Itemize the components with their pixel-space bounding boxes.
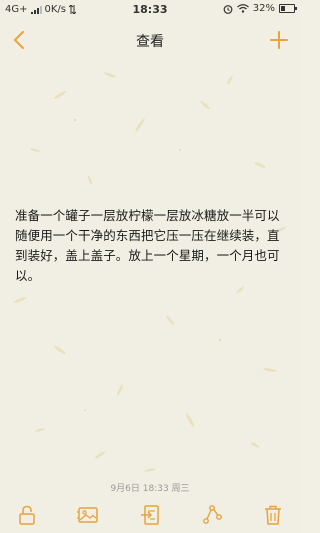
battery-percent: 32%: [252, 3, 275, 14]
wifi-icon: [236, 4, 249, 13]
battery-icon: [279, 4, 297, 13]
share-icon[interactable]: [200, 503, 224, 527]
image-icon[interactable]: [76, 503, 100, 527]
page-title: 查看: [136, 34, 164, 50]
note-timestamp: 9月6日 18:33 周三: [110, 484, 190, 494]
export-icon[interactable]: [138, 503, 162, 527]
note-content[interactable]: 准备一个罐子一层放柠檬一层放冰糖放一半可以随便用一个干净的东西把它压一压在继续装…: [15, 206, 287, 286]
plus-icon[interactable]: [268, 29, 290, 51]
bottom-toolbar: [0, 498, 300, 533]
battery-level: [281, 6, 285, 11]
alarm-icon: [223, 4, 233, 14]
nav-bar: 查看: [0, 20, 300, 60]
status-right: 32%: [223, 3, 297, 14]
lock-icon[interactable]: [15, 503, 39, 527]
trash-icon[interactable]: [261, 503, 285, 527]
status-bar: 4G+ 0K/s 18:33 32%: [0, 0, 300, 20]
